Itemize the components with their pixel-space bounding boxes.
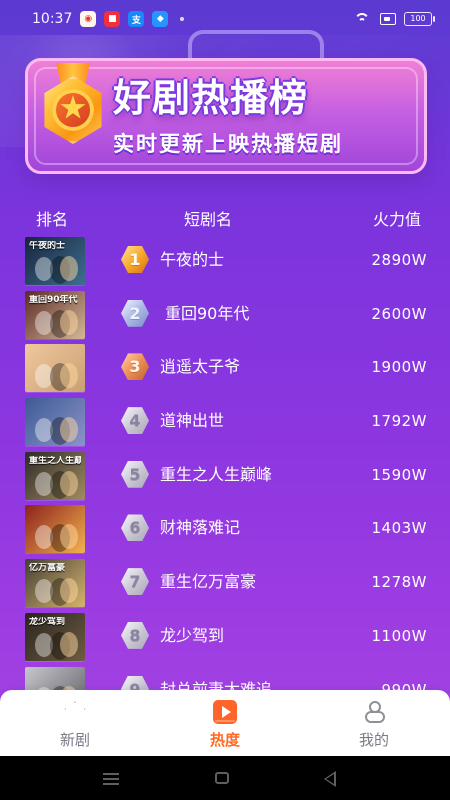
bottom-navigation: 新剧 热度 我的 — [0, 690, 450, 756]
drama-cover-image[interactable]: 龙少驾到 — [25, 612, 85, 661]
ranking-row[interactable]: 重生之人生巅峰 5 重生之人生巅峰 1590W — [0, 449, 450, 503]
drama-cover-image[interactable]: 亿万富豪 — [25, 559, 85, 608]
drama-cover-image[interactable] — [25, 344, 85, 393]
rank-column-header: 排名 — [36, 210, 69, 229]
heat-value: 1792W — [371, 412, 427, 431]
heat-value: 990W — [381, 680, 427, 691]
rank-badge-icon: 6 — [121, 514, 149, 542]
home-icon[interactable] — [215, 772, 229, 784]
drama-cover-image[interactable] — [25, 505, 85, 554]
rank-badge-icon: 9 — [121, 675, 149, 690]
drama-name: 龙少驾到 — [160, 625, 225, 645]
ranking-row[interactable]: 3 逍遥太子爷 1900W — [0, 341, 450, 395]
cover-figure — [60, 417, 78, 443]
heat-value: 1278W — [371, 573, 427, 592]
drama-name: 午夜的士 — [160, 250, 225, 269]
ranking-row[interactable]: 午夜的士 1 午夜的士 2890W — [0, 234, 450, 288]
wifi-icon — [352, 12, 372, 27]
ranking-row[interactable]: 龙少驾到 8 龙少驾到 1100W — [0, 610, 450, 664]
rank-badge-icon: 1 — [121, 246, 149, 273]
ranking-row[interactable]: 9 封总前妻太难追 990W — [0, 664, 450, 691]
status-left: 10:37 ◉ ■ 支 ◆ — [32, 11, 185, 27]
heat-value: 1403W — [371, 519, 427, 538]
cover-figure — [60, 256, 78, 281]
rank-badge-icon: 2 — [121, 299, 149, 327]
drama-name-column-header: 短剧名 — [184, 210, 233, 229]
android-navigation-bar — [0, 756, 450, 800]
weibo-icon: ◉ — [80, 11, 97, 27]
ranking-row[interactable]: 亿万富豪 7 重生亿万富豪 1278W — [0, 556, 450, 610]
cover-title: 重回90年代 — [29, 294, 78, 305]
sim-icon — [380, 13, 396, 25]
red-app-icon: ■ — [104, 11, 121, 27]
cover-figure — [60, 578, 78, 604]
heat-value: 1590W — [371, 465, 427, 484]
cover-title: 龙少驾到 — [29, 616, 66, 627]
cover-title: 亿万富豪 — [29, 563, 66, 574]
nav-item-hot[interactable]: 热度 — [181, 698, 269, 752]
cover-figure — [60, 470, 78, 496]
drama-name: 重生之人生巅峰 — [160, 464, 273, 484]
play-icon — [213, 700, 237, 724]
ranking-row[interactable]: 4 道神出世 1792W — [0, 395, 450, 449]
rank-badge-icon: 7 — [121, 568, 149, 596]
nav-label-new: 新剧 — [59, 731, 90, 749]
heat-value: 1100W — [371, 626, 427, 645]
drama-name: 封总前妻太难追 — [160, 679, 273, 691]
nav-item-mine[interactable]: 我的 — [330, 698, 418, 752]
heat-value: 1900W — [371, 358, 427, 377]
rank-badge-icon: 8 — [121, 621, 149, 649]
medal-icon — [32, 63, 114, 145]
drama-cover-image[interactable] — [25, 398, 85, 447]
drama-name: 重回90年代 — [165, 303, 250, 323]
battery-icon: 100 — [404, 12, 435, 26]
cover-title: 重生之人生巅峰 — [29, 455, 81, 466]
ranking-row[interactable]: 6 财神落难记 1403W — [0, 502, 450, 556]
nav-label-hot: 热度 — [209, 731, 240, 749]
nav-item-new[interactable]: 新剧 — [31, 698, 119, 752]
ranking-row[interactable]: 重回90年代 2 重回90年代 2600W — [0, 288, 450, 342]
rank-badge-icon: 5 — [121, 460, 149, 488]
heat-value: 2600W — [371, 304, 427, 323]
nav-label-mine: 我的 — [358, 731, 389, 749]
back-icon[interactable] — [324, 771, 336, 787]
status-right: 100 — [352, 12, 435, 27]
notification-dot-icon — [180, 17, 185, 21]
menu-icon[interactable] — [103, 773, 119, 785]
drama-name: 重生亿万富豪 — [160, 572, 257, 592]
banner-subtitle: 实时更新上映热播短剧 — [113, 132, 343, 156]
banner-title: 好剧热播榜 — [113, 76, 309, 120]
rank-badge-icon: 3 — [121, 353, 149, 381]
profile-icon — [362, 700, 386, 724]
drama-cover-image[interactable]: 午夜的士 — [25, 237, 85, 285]
star-icon — [63, 700, 87, 724]
app-screen: 10:37 ◉ ■ 支 ◆ 100 好剧热播榜 实时更新上映热播短剧 排名 短剧… — [0, 0, 450, 800]
alipay-icon: 支 — [128, 11, 145, 27]
heat-value: 2890W — [371, 251, 427, 269]
drama-cover-image[interactable] — [25, 666, 85, 690]
drama-name: 逍遥太子爷 — [160, 357, 241, 377]
ranking-column-headers: 排名 短剧名 火力值 — [0, 206, 450, 230]
cover-figure — [60, 309, 78, 335]
heat-column-header: 火力值 — [373, 210, 422, 229]
status-bar: 10:37 ◉ ■ 支 ◆ 100 — [0, 0, 450, 38]
cover-title: 午夜的士 — [29, 241, 66, 251]
drama-cover-image[interactable]: 重生之人生巅峰 — [25, 451, 85, 500]
blue-app-icon: ◆ — [152, 11, 169, 27]
rank-badge-icon: 4 — [121, 407, 149, 435]
ranking-list[interactable]: 午夜的士 1 午夜的士 2890W 重回90年代 2 重回90年代 2600W 3 逍遥太子爷 19… — [0, 234, 450, 690]
status-time: 10:37 — [32, 11, 73, 27]
drama-name: 财神落难记 — [160, 518, 241, 538]
drama-name: 道神出世 — [160, 411, 225, 431]
cover-figure — [60, 631, 78, 657]
drama-cover-image[interactable]: 重回90年代 — [25, 290, 85, 339]
